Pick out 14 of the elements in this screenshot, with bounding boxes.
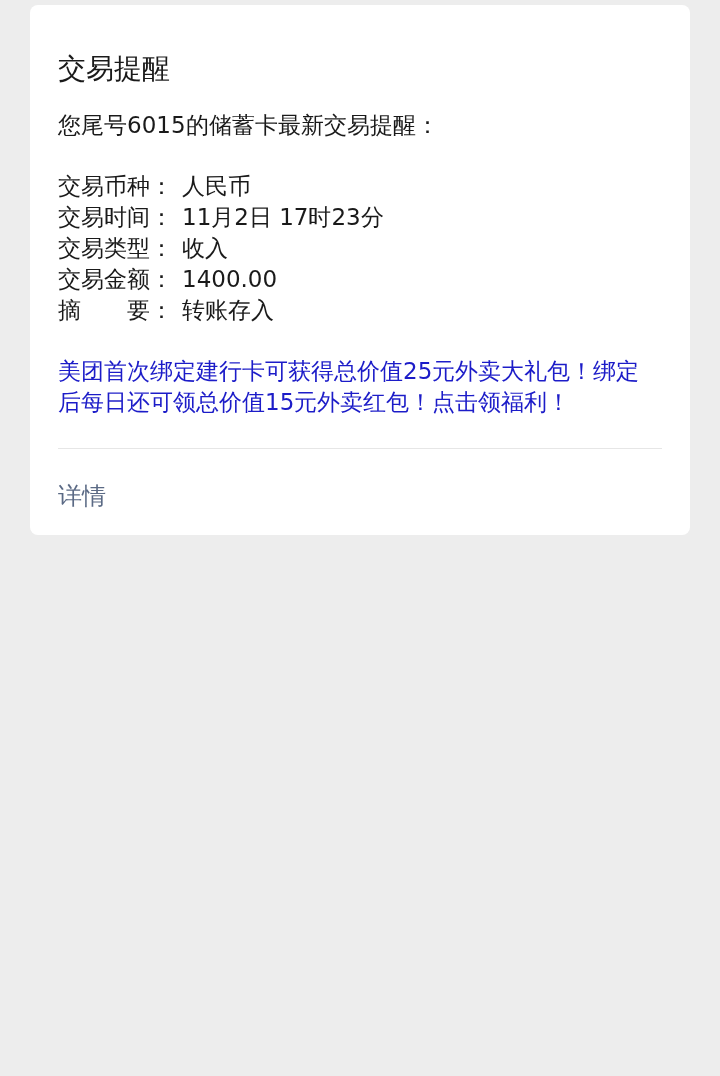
field-label: 交易币种：: [58, 172, 174, 201]
intro-text: 您尾号6015的储蓄卡最新交易提醒：: [58, 111, 440, 140]
card-title: 交易提醒: [58, 51, 171, 87]
field-label: 交易类型：: [58, 234, 174, 263]
field-value: 11月2日 17时23分: [182, 203, 385, 232]
field-label: 交易时间：: [58, 203, 174, 232]
promo-text: 美团首次绑定建行卡可获得总价值25元外卖大礼包！绑定后每日还可领总价值15元外卖红包！点击领福利！: [58, 357, 641, 417]
details-link[interactable]: 详情: [58, 479, 106, 513]
field-value: 人民币: [182, 172, 252, 201]
field-value: 收入: [182, 234, 229, 263]
field-label: 摘 要：: [58, 296, 174, 325]
field-value: 转账存入: [182, 296, 275, 325]
field-value: 1400.00: [182, 265, 279, 294]
field-label: 交易金额：: [58, 265, 174, 294]
